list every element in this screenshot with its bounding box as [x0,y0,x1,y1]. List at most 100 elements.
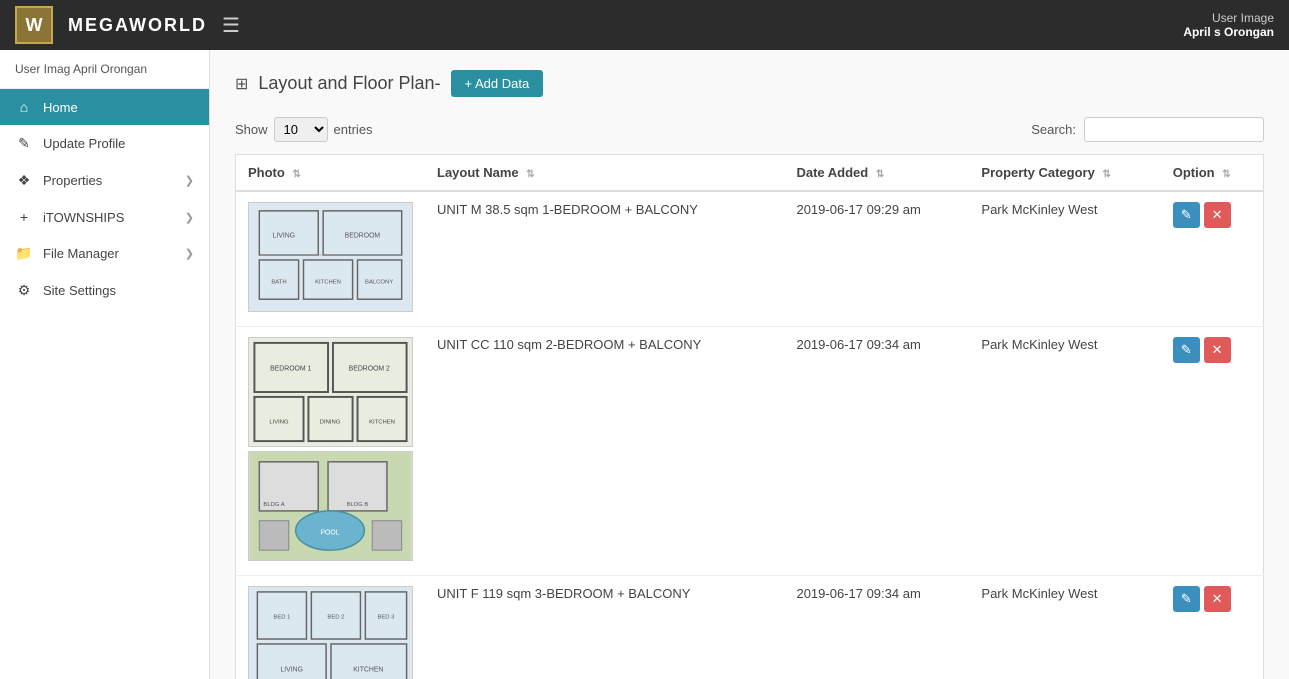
sort-date-icon[interactable]: ⇅ [876,169,884,180]
sort-category-icon[interactable]: ⇅ [1102,169,1110,180]
svg-text:BALCONY: BALCONY [365,280,393,286]
search-box: Search: [1031,117,1264,142]
svg-text:LIVING: LIVING [273,232,296,239]
content-area: ⊞ Layout and Floor Plan- + Add Data Show… [210,50,1289,679]
logo-text: MEGAWORLD [68,15,207,36]
sidebar-item-properties[interactable]: ❖ Properties ❯ [0,162,209,199]
svg-text:BEDROOM 1: BEDROOM 1 [270,365,311,372]
sidebar-label-itownships: iTOWNSHIPS [43,210,175,225]
sidebar-label-update-profile: Update Profile [43,136,194,151]
edit-profile-icon: ✎ [15,135,33,152]
delete-button[interactable]: ✕ [1204,337,1231,363]
show-entries-control: Show 10 25 50 100 entries [235,117,373,142]
photo-cell: BEDROOM 1 BEDROOM 2 LIVING DINING KITCHE… [236,327,426,576]
topnav-right: User Image April s Orongan [1183,11,1274,39]
property-category-cell: Park McKinley West [969,327,1160,576]
svg-text:KITCHEN: KITCHEN [369,419,395,425]
svg-text:LIVING: LIVING [269,419,289,425]
entries-select[interactable]: 10 25 50 100 [274,117,328,142]
edit-button[interactable]: ✎ [1173,202,1200,228]
layout-name-cell: UNIT F 119 sqm 3-BEDROOM + BALCONY [425,576,784,679]
file-manager-arrow-icon: ❯ [185,247,194,260]
user-name: April s Orongan [1183,25,1274,39]
topnav: W MEGAWORLD ☰ User Image April s Orongan [0,0,1289,50]
user-image-label: User Image [1212,11,1274,25]
edit-button[interactable]: ✎ [1173,586,1200,612]
search-input[interactable] [1084,117,1264,142]
table-row: LIVING BEDROOM BATH KITCHEN BALCONY UNIT… [236,191,1264,327]
photo-placeholder-2: POOL BLDG A BLDG B [248,451,413,561]
logo-letter: W [26,15,43,36]
svg-text:BEDROOM: BEDROOM [345,232,381,239]
main-layout: User Imag April Orongan ⌂ Home ✎ Update … [0,50,1289,679]
svg-text:DINING: DINING [320,419,341,425]
photo-placeholder: LIVING BEDROOM BATH KITCHEN BALCONY [248,202,413,312]
property-category-cell: Park McKinley West [969,191,1160,327]
sort-option-icon[interactable]: ⇅ [1222,169,1230,180]
properties-icon: ❖ [15,172,33,189]
layout-name-cell: UNIT M 38.5 sqm 1-BEDROOM + BALCONY [425,191,784,327]
page-header: ⊞ Layout and Floor Plan- + Add Data [235,70,1264,97]
hamburger-icon[interactable]: ☰ [222,13,240,38]
sidebar-label-file-manager: File Manager [43,246,175,261]
date-added-cell: 2019-06-17 09:34 am [784,576,969,679]
photo-cell: LIVING BEDROOM BATH KITCHEN BALCONY [236,191,426,327]
table-row: BEDROOM 1 BEDROOM 2 LIVING DINING KITCHE… [236,327,1264,576]
svg-text:KITCHEN: KITCHEN [353,666,383,673]
property-category-cell: Park McKinley West [969,576,1160,679]
option-cell: ✎✕ [1161,191,1264,327]
properties-arrow-icon: ❯ [185,174,194,187]
photo-placeholder: BED 1 BED 2 BED 3 LIVING KITCHEN [248,586,413,679]
svg-text:BLDG B: BLDG B [347,502,369,508]
table-header-row: Photo ⇅ Layout Name ⇅ Date Added ⇅ Prope… [236,155,1264,192]
sidebar-label-site-settings: Site Settings [43,283,194,298]
sidebar-label-home: Home [43,100,194,115]
date-added-cell: 2019-06-17 09:34 am [784,327,969,576]
logo-box: W [15,6,53,44]
col-photo: Photo ⇅ [236,155,426,192]
search-label: Search: [1031,122,1076,137]
edit-button[interactable]: ✎ [1173,337,1200,363]
col-property-category: Property Category ⇅ [969,155,1160,192]
sidebar-item-site-settings[interactable]: ⚙ Site Settings [0,272,209,309]
itownships-icon: + [15,209,33,225]
topnav-left: W MEGAWORLD ☰ [15,6,240,44]
col-date-added: Date Added ⇅ [784,155,969,192]
svg-text:KITCHEN: KITCHEN [315,280,341,286]
sort-layout-icon[interactable]: ⇅ [526,169,534,180]
svg-text:BED 3: BED 3 [377,614,395,620]
delete-button[interactable]: ✕ [1204,586,1231,612]
svg-text:BEDROOM 2: BEDROOM 2 [349,365,390,372]
site-settings-icon: ⚙ [15,282,33,299]
entries-label: entries [334,122,373,137]
sidebar-item-update-profile[interactable]: ✎ Update Profile [0,125,209,162]
page-title: Layout and Floor Plan- [258,73,440,94]
svg-text:BLDG A: BLDG A [263,502,284,508]
sidebar: User Imag April Orongan ⌂ Home ✎ Update … [0,50,210,679]
date-added-cell: 2019-06-17 09:29 am [784,191,969,327]
col-option: Option ⇅ [1161,155,1264,192]
option-cell: ✎✕ [1161,327,1264,576]
add-data-button[interactable]: + Add Data [451,70,544,97]
sidebar-label-properties: Properties [43,173,175,188]
svg-text:BED 1: BED 1 [273,614,290,620]
sidebar-item-file-manager[interactable]: 📁 File Manager ❯ [0,235,209,272]
svg-text:BED 2: BED 2 [327,614,344,620]
file-manager-icon: 📁 [15,245,33,262]
sidebar-item-itownships[interactable]: + iTOWNSHIPS ❯ [0,199,209,235]
show-label: Show [235,122,268,137]
sort-photo-icon[interactable]: ⇅ [292,169,300,180]
option-cell: ✎✕ [1161,576,1264,679]
svg-text:POOL: POOL [320,529,339,536]
page-grid-icon: ⊞ [235,74,248,94]
photo-placeholder: BEDROOM 1 BEDROOM 2 LIVING DINING KITCHE… [248,337,413,447]
svg-text:BATH: BATH [271,280,286,286]
svg-text:LIVING: LIVING [280,666,303,673]
delete-button[interactable]: ✕ [1204,202,1231,228]
home-icon: ⌂ [15,99,33,115]
sidebar-user: User Imag April Orongan [0,50,209,89]
data-table: Photo ⇅ Layout Name ⇅ Date Added ⇅ Prope… [235,154,1264,679]
sidebar-item-home[interactable]: ⌂ Home [0,89,209,125]
itownships-arrow-icon: ❯ [185,211,194,224]
table-controls: Show 10 25 50 100 entries Search: [235,117,1264,142]
